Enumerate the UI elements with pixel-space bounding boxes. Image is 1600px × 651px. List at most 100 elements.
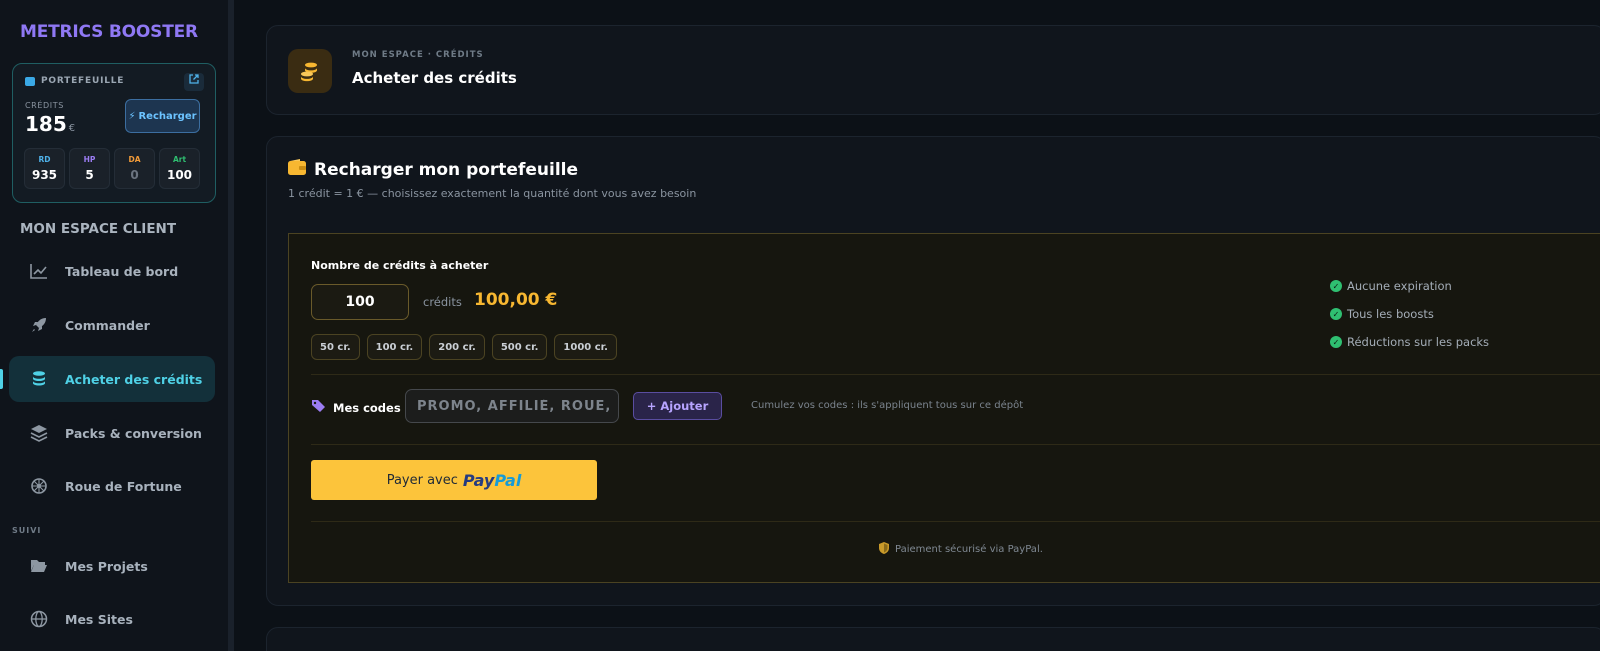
external-link-icon[interactable] [184, 73, 204, 91]
feature-list: ✓ Aucune expiration ✓ Tous les boosts ✓ … [1330, 272, 1489, 356]
panel-title-text: Recharger mon portefeuille [314, 159, 578, 180]
stat-label: HP [83, 155, 96, 164]
credits-label: CRÉDITS [25, 101, 64, 110]
check-icon: ✓ [1330, 336, 1342, 348]
codes-label-text: Mes codes [333, 400, 401, 415]
plus-icon: + [646, 399, 657, 413]
wallet-icon [288, 159, 306, 180]
sidebar-item-roue-de-fortune[interactable]: Roue de Fortune [9, 463, 215, 509]
breadcrumb: MON ESPACE · CRÉDITS [352, 50, 484, 60]
sidebar-section-title: MON ESPACE CLIENT [20, 221, 177, 237]
credits-unit: € [68, 123, 76, 134]
codes-hint: Cumulez vos codes : ils s'appliquent tou… [751, 400, 1024, 411]
page-title: Acheter des crédits [352, 69, 517, 87]
folder-open-icon [30, 557, 48, 575]
secure-payment-note: Paiement sécurisé via PayPal. [879, 542, 1043, 557]
page-header: MON ESPACE · CRÉDITS Acheter des crédits [266, 25, 1600, 115]
coins-icon [30, 370, 48, 388]
sidebar-item-label: Mes Projets [65, 558, 148, 574]
recharge-panel: Recharger mon portefeuille 1 crédit = 1 … [266, 136, 1600, 606]
divider [311, 444, 1600, 445]
sidebar-item-label: Commander [65, 317, 150, 333]
sidebar-subsection-title: SUIVI [12, 526, 42, 535]
brand-logo[interactable]: METRICS BOOSTER [20, 22, 198, 42]
stat-label: DA [128, 155, 141, 164]
add-code-button[interactable]: + Ajouter [633, 392, 722, 420]
layers-icon [30, 424, 48, 442]
divider [311, 521, 1600, 522]
sidebar-item-label: Packs & conversion [65, 425, 202, 441]
codes-label: Mes codes [311, 399, 401, 416]
preset-50-button[interactable]: 50 cr. [311, 334, 360, 360]
paypal-button[interactable]: Payer avec PayPal [311, 460, 597, 500]
stat-hp: HP 5 [69, 148, 110, 189]
stat-art: Art 100 [159, 148, 200, 189]
sidebar-item-label: Mes Sites [65, 611, 133, 627]
purchase-form: Nombre de crédits à acheter crédits 100,… [288, 233, 1600, 583]
stat-value: 935 [31, 168, 58, 182]
stat-label: Art [172, 155, 187, 164]
stat-value: 0 [130, 168, 139, 182]
chart-line-icon [30, 262, 48, 280]
stat-rd: RD 935 [24, 148, 65, 189]
sidebar-item-tableau-de-bord[interactable]: Tableau de bord [9, 248, 215, 294]
credits-balance: 185 € [25, 112, 75, 136]
wheel-icon [30, 477, 48, 495]
recharge-label: Recharger [138, 110, 197, 122]
wallet-stats: RD 935 HP 5 DA 0 Art 100 [24, 148, 200, 189]
stat-value: 100 [166, 168, 193, 182]
quantity-unit: crédits [423, 295, 462, 309]
pay-prefix: Payer avec [386, 472, 458, 488]
sidebar: METRICS BOOSTER PORTEFEUILLE CRÉDITS 185… [0, 0, 228, 651]
sidebar-item-mes-projets[interactable]: Mes Projets [9, 543, 215, 589]
panel-subtitle: 1 crédit = 1 € — choisissez exactement l… [288, 187, 697, 200]
check-icon: ✓ [1330, 280, 1342, 292]
preset-100-button[interactable]: 100 cr. [366, 334, 423, 360]
preset-500-button[interactable]: 500 cr. [491, 334, 548, 360]
feature-label: Aucune expiration [1347, 279, 1452, 293]
wallet-icon [25, 76, 35, 86]
panel-title: Recharger mon portefeuille [288, 159, 578, 180]
app: METRICS BOOSTER PORTEFEUILLE CRÉDITS 185… [0, 0, 1600, 651]
stat-da: DA 0 [114, 148, 155, 189]
tags-icon [311, 399, 327, 416]
quantity-label: Nombre de crédits à acheter [311, 259, 489, 272]
feature-label: Tous les boosts [1347, 307, 1434, 321]
promo-code-input[interactable] [405, 389, 619, 423]
sidebar-item-packs-conversion[interactable]: Packs & conversion [9, 410, 215, 456]
secure-text: Paiement sécurisé via PayPal. [895, 544, 1043, 555]
sidebar-item-acheter-des-credits[interactable]: Acheter des crédits [9, 356, 215, 402]
main-content: MON ESPACE · CRÉDITS Acheter des crédits… [234, 0, 1600, 651]
feature-item: ✓ Tous les boosts [1330, 300, 1489, 328]
preset-200-button[interactable]: 200 cr. [429, 334, 485, 360]
shield-icon [879, 542, 889, 557]
sidebar-item-mes-sites[interactable]: Mes Sites [9, 596, 215, 642]
wallet-title: PORTEFEUILLE [41, 76, 125, 86]
feature-item: ✓ Aucune expiration [1330, 272, 1489, 300]
sidebar-item-label: Acheter des crédits [65, 371, 203, 387]
recharge-button[interactable]: ⚡ Recharger [125, 99, 200, 133]
paypal-logo: PayPal [462, 470, 522, 490]
feature-label: Réductions sur les packs [1347, 335, 1490, 349]
preset-1000-button[interactable]: 1000 cr. [554, 334, 617, 360]
active-indicator [0, 369, 3, 389]
coins-icon [288, 49, 332, 93]
sidebar-item-label: Tableau de bord [65, 263, 179, 279]
add-code-label: Ajouter [660, 399, 709, 413]
wallet-header: PORTEFEUILLE [25, 76, 124, 86]
total-price: 100,00 € [474, 290, 558, 310]
feature-item: ✓ Réductions sur les packs [1330, 328, 1489, 356]
lightning-icon: ⚡ [128, 110, 136, 122]
globe-icon [30, 610, 48, 628]
sidebar-item-commander[interactable]: Commander [9, 302, 215, 348]
wallet-card: PORTEFEUILLE CRÉDITS 185 € ⚡ Recharger RD… [12, 63, 216, 203]
credits-value: 185 [25, 112, 67, 136]
next-section-card [266, 627, 1600, 651]
rocket-icon [30, 316, 48, 334]
stat-value: 5 [85, 168, 94, 182]
quantity-input[interactable] [311, 284, 409, 320]
check-icon: ✓ [1330, 308, 1342, 320]
stat-label: RD [38, 155, 51, 164]
divider [311, 374, 1600, 375]
sidebar-item-label: Roue de Fortune [65, 478, 182, 494]
